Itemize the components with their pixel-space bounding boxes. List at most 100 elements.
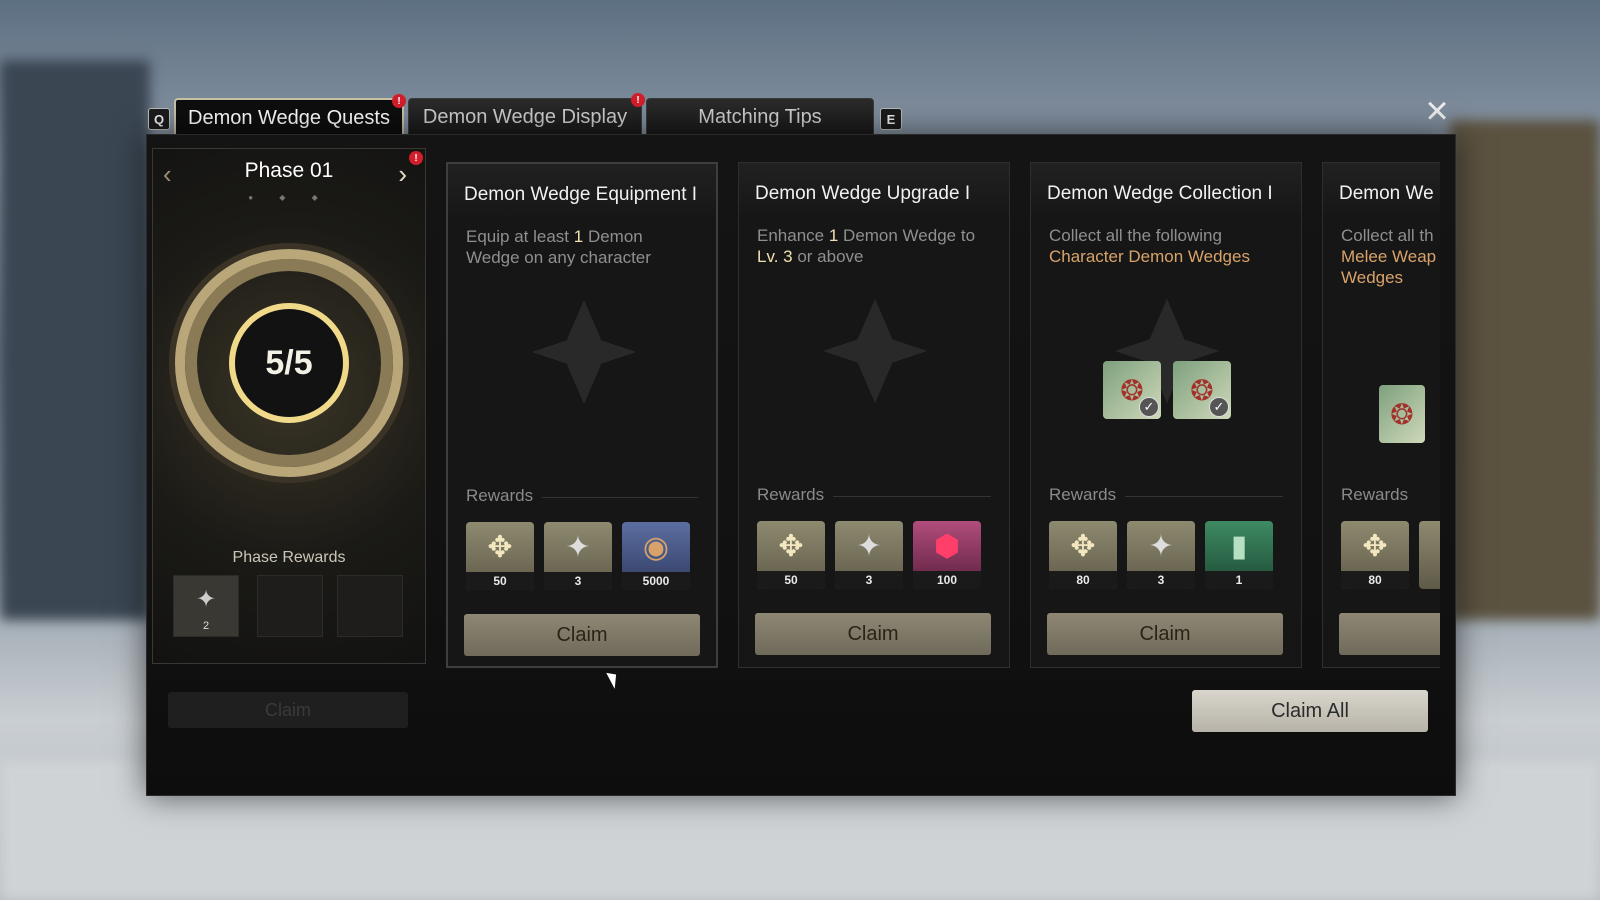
feather-icon: ✦ <box>1148 529 1174 563</box>
claim-button[interactable]: Claim <box>464 614 700 656</box>
desc-text: Collect all the following <box>1049 226 1222 245</box>
reward-item[interactable]: ✥ 50 <box>757 521 825 589</box>
check-icon: ✓ <box>1139 397 1159 417</box>
reward-count: 3 <box>544 572 612 590</box>
claim-button[interactable]: Claim <box>755 613 991 655</box>
quest-title: Demon Wedge Upgrade I <box>739 163 1009 215</box>
reward-count: 1 <box>1205 571 1273 589</box>
reward-item[interactable]: ✦ 3 <box>544 522 612 590</box>
phase-progress-text: 5/5 <box>229 303 349 423</box>
desc-text: Equip at least <box>466 227 574 246</box>
phase-reward-empty-slot <box>257 575 323 637</box>
reward-count: 100 <box>913 571 981 589</box>
desc-highlight: Character Demon Wedges <box>1049 247 1250 266</box>
quest-description: Equip at least 1 Demon Wedge on any char… <box>466 226 700 268</box>
quest-description: Enhance 1 Demon Wedge to Lv. 3 or above <box>757 225 993 267</box>
divider <box>1125 496 1283 497</box>
emblem-watermark-icon <box>531 299 637 405</box>
reward-item[interactable]: ✥ 80 <box>1049 521 1117 589</box>
phase-panel: ‹ Phase 01 › ! ● ◆ ◆ 5/5 Phase Rewards ✦… <box>152 148 426 664</box>
check-icon: ✓ <box>1209 397 1229 417</box>
reward-item[interactable]: ✦ 3 <box>1127 521 1195 589</box>
quest-title: Demon Wedge Equipment I <box>448 164 716 216</box>
tab-demon-wedge-quests[interactable]: Demon Wedge Quests ! <box>174 94 406 136</box>
alert-badge: ! <box>409 151 423 165</box>
divider <box>833 496 991 497</box>
reward-item[interactable]: ✥ 50 <box>466 522 534 590</box>
tab-label: Matching Tips <box>698 106 822 128</box>
reward-item[interactable]: ◉ 5000 <box>622 522 690 590</box>
quest-title: Demon Wedge Collection I <box>1031 163 1301 215</box>
desc-text: Enhance <box>757 226 829 245</box>
reward-count: 50 <box>466 572 534 590</box>
desc-highlight: Melee Weap <box>1341 247 1437 266</box>
divider <box>542 497 698 498</box>
rewards-label: Rewards <box>1049 485 1117 504</box>
card-clip: Demon We Collect all th Melee Weap Wedges … <box>1322 162 1440 668</box>
reward-item[interactable]: ✥ 80 <box>1341 521 1409 589</box>
desc-text: Collect all th <box>1341 226 1434 245</box>
phase-rewards-label: Phase Rewards <box>232 549 346 566</box>
phase-progress-dial: 5/5 <box>175 249 403 477</box>
tab-label: Demon Wedge Display <box>422 106 628 128</box>
tab-matching-tips[interactable]: Matching Tips <box>646 98 874 136</box>
reward-item[interactable]: ✦ 3 <box>835 521 903 589</box>
character-wedge-icon[interactable]: ❂ ✓ <box>1173 361 1231 419</box>
wedge-emblem-icon: ✥ <box>487 530 513 564</box>
quest-card: Demon We Collect all th Melee Weap Wedges … <box>1322 162 1440 668</box>
background-building-left <box>0 60 150 620</box>
book-icon: ▮ <box>1230 529 1248 563</box>
desc-highlight: Wedges <box>1341 268 1404 287</box>
character-wedge-icon[interactable]: ❂ ✓ <box>1103 361 1161 419</box>
reward-count: 80 <box>1341 571 1409 589</box>
tab-bar: Q Demon Wedge Quests ! Demon Wedge Displ… <box>148 93 902 136</box>
phase-page-dots: ● ◆ ◆ <box>248 193 330 202</box>
desc-highlight: Lv. 3 <box>757 247 793 266</box>
next-tab-key[interactable]: E <box>880 108 902 130</box>
reward-item[interactable]: ✦ <box>1419 521 1440 589</box>
wedge-emblem-icon: ✥ <box>778 529 804 563</box>
quest-card: Demon Wedge Collection I Collect all the… <box>1030 162 1302 668</box>
tab-label: Demon Wedge Quests <box>188 106 390 129</box>
feather-icon: ✦ <box>195 585 217 613</box>
close-icon[interactable]: × <box>1420 91 1454 131</box>
alert-badge: ! <box>631 93 645 107</box>
weapon-wedge-icon[interactable]: ❂ <box>1379 385 1425 443</box>
reward-item[interactable]: ▮ 1 <box>1205 521 1273 589</box>
wedge-emblem-icon: ✥ <box>1070 529 1096 563</box>
rewards-label: Rewards <box>757 485 825 504</box>
phase-reward-empty-slot <box>337 575 403 637</box>
quest-title: Demon We <box>1323 163 1440 215</box>
claim-all-button[interactable]: Claim All <box>1192 690 1428 732</box>
quest-description: Collect all th Melee Weap Wedges <box>1341 225 1440 288</box>
feather-icon: ✦ <box>856 529 882 563</box>
wedge-emblem-icon: ✥ <box>1362 529 1388 563</box>
phase-reward-item[interactable]: ✦ 2 <box>173 575 239 637</box>
desc-highlight: 1 <box>573 227 584 246</box>
reward-count: 80 <box>1049 571 1117 589</box>
quest-card: Demon Wedge Equipment I Equip at least 1… <box>446 162 718 668</box>
rewards-label: Rewards <box>466 486 534 505</box>
chevron-right-icon[interactable]: › <box>398 159 407 190</box>
coin-icon: ◉ <box>642 530 670 564</box>
phase-claim-button[interactable]: Claim <box>168 692 408 728</box>
tab-demon-wedge-display[interactable]: Demon Wedge Display ! <box>408 93 645 136</box>
reward-count: 5000 <box>622 572 690 590</box>
feather-icon: ✦ <box>565 530 591 564</box>
claim-button[interactable]: Claim <box>1047 613 1283 655</box>
feather-icon: ✦ <box>1419 521 1440 571</box>
reward-count: 2 <box>202 620 210 632</box>
prev-tab-key[interactable]: Q <box>148 108 170 130</box>
background-building-right <box>1450 120 1600 620</box>
phase-title: Phase 01 <box>244 159 334 182</box>
crystal-icon: ⬢ <box>933 529 961 563</box>
quest-card: Demon Wedge Upgrade I Enhance 1 Demon We… <box>738 162 1010 668</box>
reward-count: 50 <box>757 571 825 589</box>
reward-item[interactable]: ⬢ 100 <box>913 521 981 589</box>
alert-badge: ! <box>392 94 406 108</box>
reward-count: 3 <box>835 571 903 589</box>
desc-highlight: 1 <box>828 226 839 245</box>
reward-count: 3 <box>1127 571 1195 589</box>
claim-button[interactable]: C <box>1339 613 1440 655</box>
emblem-watermark-icon <box>822 298 928 404</box>
